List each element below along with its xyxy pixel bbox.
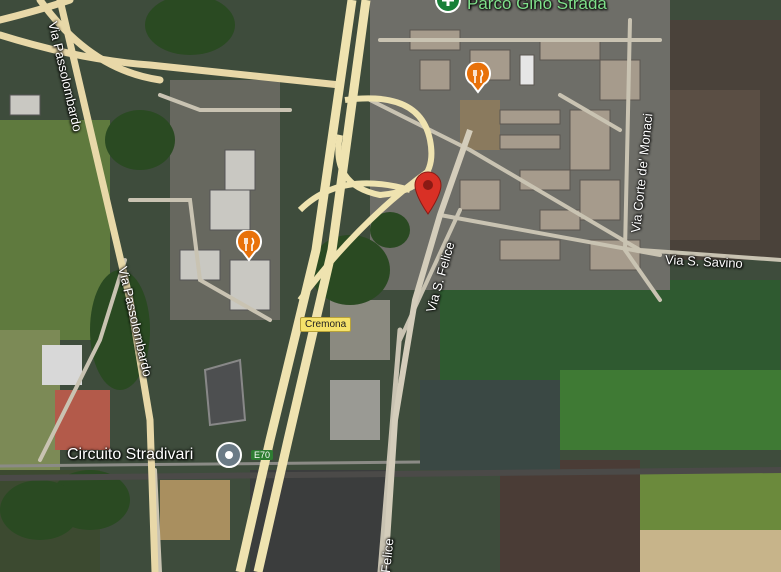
place-label-park[interactable]: Parco Gino Strada	[467, 0, 607, 14]
field-green	[440, 280, 780, 380]
map-imagery	[0, 0, 781, 572]
road-shield-cremona: Cremona	[300, 317, 352, 332]
restaurant-icon[interactable]	[464, 60, 492, 94]
park-plus-icon[interactable]	[434, 0, 462, 14]
satellite-map[interactable]: Via Passolombardo Via Passolombardo Via …	[0, 0, 781, 572]
restaurant-icon[interactable]	[235, 228, 263, 262]
place-label-circuit[interactable]: Circuito Stradivari	[67, 446, 193, 464]
road-shield-e70: E70	[251, 450, 274, 460]
place-marker-icon[interactable]	[215, 441, 243, 469]
circuit-building	[55, 390, 110, 450]
map-pin-icon[interactable]	[413, 170, 443, 216]
